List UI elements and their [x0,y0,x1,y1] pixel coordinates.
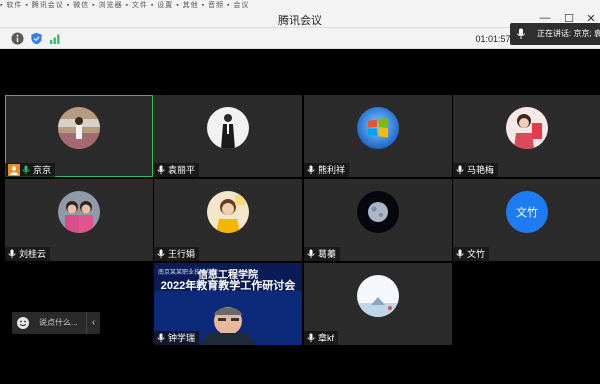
chat-input[interactable]: 说点什么... ‹ [12,312,100,334]
participant-tile[interactable]: 京京 [5,95,153,177]
host-icon [8,164,20,176]
participant-tile[interactable]: 马艳梅 [453,95,600,177]
chat-placeholder: 说点什么... [39,318,78,327]
participant-name: 钟学瑞 [168,333,196,343]
avatar [357,107,399,149]
microphone-icon [307,249,315,259]
participant-tile[interactable]: 章kf [304,263,452,345]
participant-name: 熊利祥 [318,165,346,175]
participant-name: 葛蓁 [318,249,337,259]
microphone-icon [307,333,315,343]
participant-name: 袁丽平 [168,165,196,175]
microphone-icon [307,165,315,175]
microphone-icon [8,249,16,259]
avatar [357,191,399,233]
participant-nameplate: 葛蓁 [304,247,341,261]
participant-tile[interactable]: 王行娟 [154,179,302,261]
participant-nameplate: 刘桂云 [5,247,51,261]
collapse-chat-button[interactable]: ‹ [86,312,100,334]
speaking-indicator: 正在讲话: 京京; 袁 [510,23,600,45]
microphone-icon [157,249,165,259]
participant-tile[interactable]: 袁丽平 [154,95,302,177]
participant-tile[interactable]: 熊利祥 [304,95,452,177]
avatar-initials: 文竹 [506,191,548,233]
avatar [58,107,100,149]
avatar [357,275,399,317]
microphone-icon [22,165,30,175]
meeting-timer: 01:01:57 [475,34,511,44]
shield-icon[interactable] [30,32,43,45]
moon-icon [357,191,399,233]
participant-name: 文竹 [467,249,486,259]
windows-logo-icon [357,107,399,149]
participant-name: 刘桂云 [19,249,47,259]
speaking-text: 正在讲话: 京京; 袁 [537,29,600,38]
avatar [207,191,249,233]
microphone-icon [157,333,165,343]
participant-nameplate: 熊利祥 [304,163,350,177]
participant-nameplate: 章kf [304,331,339,345]
participant-nameplate: 文竹 [453,247,490,261]
participant-tile[interactable]: 文竹 文竹 [453,179,600,261]
microphone-icon [157,165,165,175]
avatar [506,107,548,149]
participant-tile[interactable]: 刘桂云 [5,179,153,261]
participant-nameplate: 钟学瑞 [154,331,200,345]
participant-name: 京京 [33,165,52,175]
info-icon[interactable] [11,32,24,45]
participant-name: 马艳梅 [467,165,495,175]
participant-name: 王行娟 [168,249,196,259]
taskbar-strip: ▪ 软件 ▪ 腾讯会议 ▪ 微信 ▪ 浏览器 ▪ 文件 ▪ 设置 ▪ 其他 ▪ … [0,2,250,8]
microphone-icon [456,249,464,259]
microphone-icon [456,165,464,175]
microphone-icon [517,28,525,39]
participant-nameplate: 马艳梅 [453,163,499,177]
emoji-icon[interactable] [16,316,30,330]
avatar-initials-text: 文竹 [516,207,538,219]
signal-icon[interactable] [49,32,62,45]
participant-nameplate: 袁丽平 [154,163,200,177]
screen-share-tile[interactable]: 南京某某职业技术学院 信息工程学院 2022年教育教学工作研讨会 钟学瑞 [154,263,302,345]
avatar [207,107,249,149]
participant-nameplate: 王行娟 [154,247,200,261]
participant-name: 章kf [318,333,335,343]
avatar [58,191,100,233]
participant-tile[interactable]: 葛蓁 [304,179,452,261]
participant-nameplate: 京京 [5,163,56,177]
